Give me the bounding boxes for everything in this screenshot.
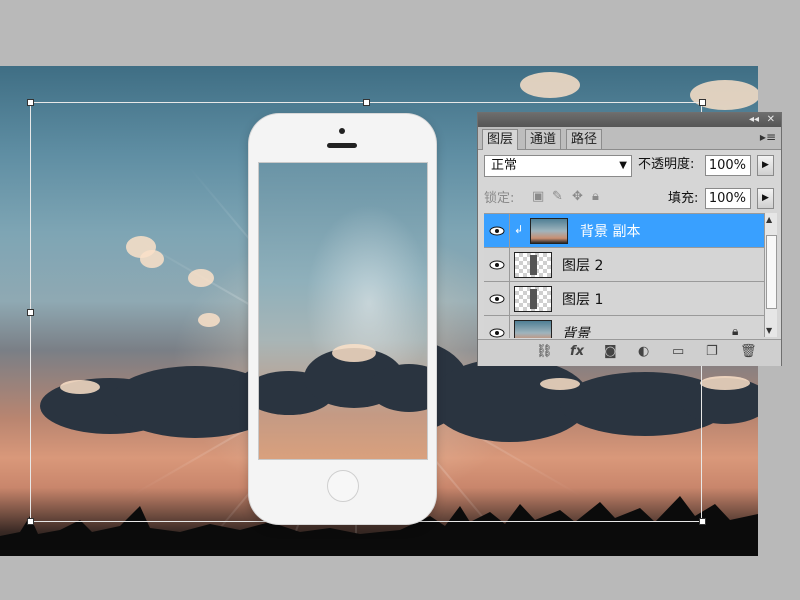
close-icon[interactable]: ✕ (767, 114, 775, 126)
layer-name: 背景 (562, 326, 590, 338)
adjustment-icon[interactable]: ◐ (638, 344, 649, 359)
blend-mode-value: 正常 (491, 158, 518, 173)
phone-mockup (249, 114, 436, 524)
tab-paths[interactable]: 路径 (566, 129, 603, 149)
transform-handle[interactable] (699, 518, 706, 525)
lock-all-icon[interactable]: 🔒︎ (592, 189, 599, 204)
panel-bottom-toolbar: ⛓ fx ◙ ◐ ▭ ❐ 🗑︎ (478, 339, 781, 366)
chevron-down-icon: ▼ (619, 160, 627, 171)
layer-row[interactable]: ↲ 背景 副本 (484, 214, 764, 248)
lock-paint-icon[interactable]: ✎ (552, 189, 563, 204)
layer-thumbnail (514, 252, 552, 278)
phone-speaker (327, 143, 357, 148)
lock-position-icon[interactable]: ✥ (572, 189, 583, 204)
trash-icon[interactable]: 🗑︎ (740, 344, 757, 359)
layer-name: 图层 2 (562, 258, 604, 274)
layer-row[interactable]: 背景 🔒︎ (484, 316, 764, 338)
panel-menu-icon[interactable]: ▸≡ (760, 130, 776, 144)
layers-panel: ◂◂ ✕ 图层 通道 路径 ▸≡ 正常 ▼ 不透明度: 100% ▶ 锁定: ▣… (477, 112, 782, 366)
layer-name: 背景 副本 (580, 224, 641, 240)
phone-screen (258, 162, 428, 460)
layers-list: ↲ 背景 副本 图层 2 图层 1 背景 🔒︎ (484, 213, 764, 338)
scroll-up-icon[interactable]: ▲ (766, 215, 772, 224)
fill-slider-button[interactable]: ▶ (757, 188, 774, 209)
group-folder-icon[interactable]: ▭ (672, 344, 684, 359)
transform-handle[interactable] (363, 99, 370, 106)
phone-screen-clouds (259, 344, 427, 415)
panel-titlebar[interactable]: ◂◂ ✕ (478, 113, 781, 127)
visibility-eye-icon[interactable] (484, 214, 510, 247)
link-icon[interactable]: ⛓ (536, 344, 553, 359)
layer-name: 图层 1 (562, 292, 604, 308)
tab-channels[interactable]: 通道 (525, 129, 562, 149)
scroll-thumb[interactable] (766, 235, 777, 309)
scroll-down-icon[interactable]: ▼ (766, 326, 772, 335)
transform-handle[interactable] (27, 309, 34, 316)
fx-icon[interactable]: fx (570, 344, 584, 359)
panel-tabs: 图层 通道 路径 ▸≡ (478, 127, 781, 150)
opacity-slider-button[interactable]: ▶ (757, 155, 774, 176)
layer-row[interactable]: 图层 2 (484, 248, 764, 282)
mask-icon[interactable]: ◙ (604, 344, 617, 359)
phone-camera (339, 128, 345, 134)
cloud (520, 72, 580, 98)
transform-handle[interactable] (699, 99, 706, 106)
transform-handle[interactable] (27, 99, 34, 106)
fill-field[interactable]: 100% (705, 188, 751, 209)
clipping-arrow-icon: ↲ (514, 223, 524, 236)
new-layer-icon[interactable]: ❐ (706, 344, 718, 359)
layer-thumbnail (530, 218, 568, 244)
lock-transparency-icon[interactable]: ▣ (532, 189, 544, 204)
blend-mode-select[interactable]: 正常 ▼ (484, 155, 632, 177)
collapse-icon[interactable]: ◂◂ (749, 114, 759, 126)
visibility-eye-icon[interactable] (484, 316, 510, 338)
cloud (700, 376, 750, 390)
lock-label: 锁定: (484, 191, 515, 206)
visibility-eye-icon[interactable] (484, 248, 510, 281)
layers-scrollbar[interactable]: ▲ ▼ (764, 213, 777, 337)
tab-layers[interactable]: 图层 (482, 129, 519, 150)
phone-home-button (327, 470, 359, 502)
opacity-field[interactable]: 100% (705, 155, 751, 176)
layer-row[interactable]: 图层 1 (484, 282, 764, 316)
fill-label: 填充: (668, 191, 699, 206)
layer-thumbnail (514, 286, 552, 312)
transform-handle[interactable] (27, 518, 34, 525)
opacity-label: 不透明度: (638, 157, 695, 172)
visibility-eye-icon[interactable] (484, 282, 510, 315)
layer-thumbnail (514, 320, 552, 338)
lock-icon: 🔒︎ (732, 324, 739, 338)
